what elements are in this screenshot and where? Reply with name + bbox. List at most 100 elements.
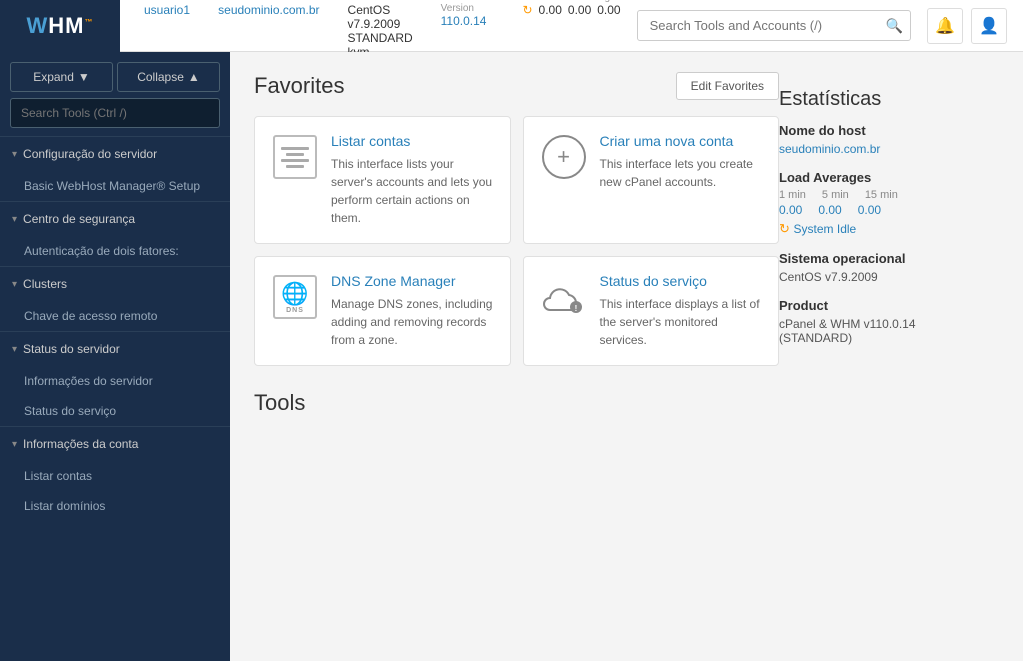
fav-card-dns-zone: 🌐 DNS DNS Zone Manager Manage DNS zones,… bbox=[254, 256, 511, 366]
cpanel-group: cPanel Version 110.0.14 bbox=[441, 0, 487, 59]
logo-tm: ™ bbox=[84, 17, 93, 26]
section-config-label: Configuração do servidor bbox=[23, 147, 157, 161]
sidebar-section-title-config[interactable]: ▾ Configuração do servidor bbox=[0, 137, 230, 171]
search-input[interactable] bbox=[637, 10, 911, 41]
sidebar-item-2fa[interactable]: Autenticação de dois fatores: bbox=[0, 236, 230, 266]
fav-card-listar-contas-desc: This interface lists your server's accou… bbox=[331, 155, 494, 227]
stats-load-group: Load Averages 1 min 5 min 15 min 0.00 0.… bbox=[779, 170, 983, 237]
search-icon-btn[interactable]: 🔍 bbox=[886, 17, 903, 34]
sidebar-item-list-accounts[interactable]: Listar contas bbox=[0, 461, 230, 491]
fav-card-dns-title[interactable]: DNS Zone Manager bbox=[331, 273, 494, 289]
load-averages: Load Averages ↻ 0.00 0.00 0.00 bbox=[522, 0, 620, 59]
dns-icon: 🌐 DNS bbox=[271, 273, 319, 321]
content-main: Favorites Edit Favorites bbox=[254, 72, 779, 420]
stats-hostname-value: seudominio.com.br bbox=[779, 142, 983, 156]
fav-card-listar-contas-content: Listar contas This interface lists your … bbox=[331, 133, 494, 227]
load-val-5: 0.00 bbox=[818, 203, 841, 217]
fav-card-status-servico: ! Status do serviço This interface displ… bbox=[523, 256, 780, 366]
sidebar-item-server-info[interactable]: Informações do servidor bbox=[0, 366, 230, 396]
load-5min-label: 5 min bbox=[822, 189, 849, 201]
hostname-group: Hostname seudominio.com.br bbox=[218, 0, 319, 59]
top-actions: 🔔 👤 bbox=[927, 8, 1007, 44]
load-15: 0.00 bbox=[597, 3, 620, 17]
load-15min-label: 15 min bbox=[865, 189, 898, 201]
stats-os-group: Sistema operacional CentOS v7.9.2009 bbox=[779, 251, 983, 284]
fav-card-status-desc: This interface displays a list of the se… bbox=[600, 295, 763, 349]
server-info: Username usuario1 Hostname seudominio.co… bbox=[144, 0, 621, 59]
chevron-icon: ▾ bbox=[12, 344, 17, 355]
list-icon bbox=[271, 133, 319, 181]
load-val-1: 0.00 bbox=[779, 203, 802, 217]
stats-panel: Estatísticas Nome do host seudominio.com… bbox=[779, 72, 999, 420]
sidebar-section-title-account-info[interactable]: ▾ Informações da conta bbox=[0, 427, 230, 461]
sidebar-item-basic-webhost[interactable]: Basic WebHost Manager® Setup bbox=[0, 171, 230, 201]
os-group: OS CentOS v7.9.2009 STANDARD kvm bbox=[348, 0, 413, 59]
chevron-icon: ▾ bbox=[12, 149, 17, 160]
cloud-icon: ! bbox=[540, 273, 588, 321]
cpanel-label: cPanel Version bbox=[441, 0, 487, 14]
main-layout: Expand ▼ Collapse ▲ ▾ Configuração do se… bbox=[0, 52, 1023, 661]
stats-os-label: Sistema operacional bbox=[779, 251, 983, 266]
sidebar-section-title-clusters[interactable]: ▾ Clusters bbox=[0, 267, 230, 301]
section-clusters-label: Clusters bbox=[23, 277, 67, 291]
top-bar: WHM™ Username usuario1 Hostname seudomin… bbox=[0, 0, 1023, 52]
fav-card-dns-desc: Manage DNS zones, including adding and r… bbox=[331, 295, 494, 349]
fav-card-listar-contas-title[interactable]: Listar contas bbox=[331, 133, 494, 149]
sidebar-section-config: ▾ Configuração do servidor Basic WebHost… bbox=[0, 136, 230, 201]
sidebar: Expand ▼ Collapse ▲ ▾ Configuração do se… bbox=[0, 52, 230, 661]
sidebar-section-server-status: ▾ Status do servidor Informações do serv… bbox=[0, 331, 230, 426]
section-server-status-label: Status do servidor bbox=[23, 342, 120, 356]
fav-card-listar-contas: Listar contas This interface lists your … bbox=[254, 116, 511, 244]
logo: WHM™ bbox=[0, 0, 120, 52]
stats-hostname-group: Nome do host seudominio.com.br bbox=[779, 123, 983, 156]
system-idle-text: System Idle bbox=[794, 222, 857, 236]
bell-icon-btn[interactable]: 🔔 bbox=[927, 8, 963, 44]
fav-card-criar-conta: + Criar uma nova conta This interface le… bbox=[523, 116, 780, 244]
svg-text:!: ! bbox=[574, 304, 577, 313]
dns-label-text: DNS bbox=[286, 307, 304, 314]
section-account-info-label: Informações da conta bbox=[23, 437, 138, 451]
expand-label: Expand bbox=[33, 70, 74, 84]
expand-button[interactable]: Expand ▼ bbox=[10, 62, 113, 92]
edit-favorites-button[interactable]: Edit Favorites bbox=[676, 72, 779, 100]
collapse-label: Collapse bbox=[137, 70, 184, 84]
stats-title: Estatísticas bbox=[779, 88, 983, 111]
sidebar-item-service-status[interactable]: Status do serviço bbox=[0, 396, 230, 426]
sidebar-section-clusters: ▾ Clusters Chave de acesso remoto bbox=[0, 266, 230, 331]
top-search[interactable]: 🔍 bbox=[637, 10, 911, 41]
sidebar-search[interactable] bbox=[0, 98, 230, 136]
load-1: 0.00 bbox=[539, 3, 562, 17]
stats-refresh-icon: ↻ bbox=[779, 221, 790, 236]
section-security-label: Centro de segurança bbox=[23, 212, 135, 226]
plus-circle-icon: + bbox=[540, 133, 588, 181]
favorites-grid: Listar contas This interface lists your … bbox=[254, 116, 779, 366]
sidebar-search-input[interactable] bbox=[10, 98, 220, 128]
content-wrapper: Favorites Edit Favorites bbox=[254, 72, 999, 420]
fav-card-status-title[interactable]: Status do serviço bbox=[600, 273, 763, 289]
hostname-value: seudominio.com.br bbox=[218, 3, 319, 17]
user-icon-btn[interactable]: 👤 bbox=[971, 8, 1007, 44]
sidebar-item-remote-access[interactable]: Chave de acesso remoto bbox=[0, 301, 230, 331]
username-value: usuario1 bbox=[144, 3, 190, 17]
fav-card-dns-content: DNS Zone Manager Manage DNS zones, inclu… bbox=[331, 273, 494, 349]
collapse-button[interactable]: Collapse ▲ bbox=[117, 62, 220, 92]
sidebar-section-title-security[interactable]: ▾ Centro de segurança bbox=[0, 202, 230, 236]
load-values: ↻ 0.00 0.00 0.00 bbox=[522, 3, 620, 17]
sidebar-section-title-server-status[interactable]: ▾ Status do servidor bbox=[0, 332, 230, 366]
globe-icon: 🌐 bbox=[281, 281, 308, 307]
load-refresh-icon: ↻ bbox=[522, 3, 532, 17]
main-content: Favorites Edit Favorites bbox=[230, 52, 1023, 661]
cpanel-value: 110.0.14 bbox=[441, 14, 487, 28]
fav-card-status-content: Status do serviço This interface display… bbox=[600, 273, 763, 349]
stats-product-value: cPanel & WHM v110.0.14 (STANDARD) bbox=[779, 317, 983, 345]
stats-os-value: CentOS v7.9.2009 bbox=[779, 270, 983, 284]
sidebar-item-list-domains[interactable]: Listar domínios bbox=[0, 491, 230, 521]
username-group: Username usuario1 bbox=[144, 0, 190, 59]
logo-text: WHM™ bbox=[27, 13, 94, 39]
fav-card-criar-conta-content: Criar uma nova conta This interface lets… bbox=[600, 133, 763, 191]
fav-card-criar-conta-title[interactable]: Criar uma nova conta bbox=[600, 133, 763, 149]
chevron-icon: ▾ bbox=[12, 439, 17, 450]
sidebar-section-security: ▾ Centro de segurança Autenticação de do… bbox=[0, 201, 230, 266]
stats-load-label: Load Averages bbox=[779, 170, 983, 185]
stats-product-label: Product bbox=[779, 298, 983, 313]
